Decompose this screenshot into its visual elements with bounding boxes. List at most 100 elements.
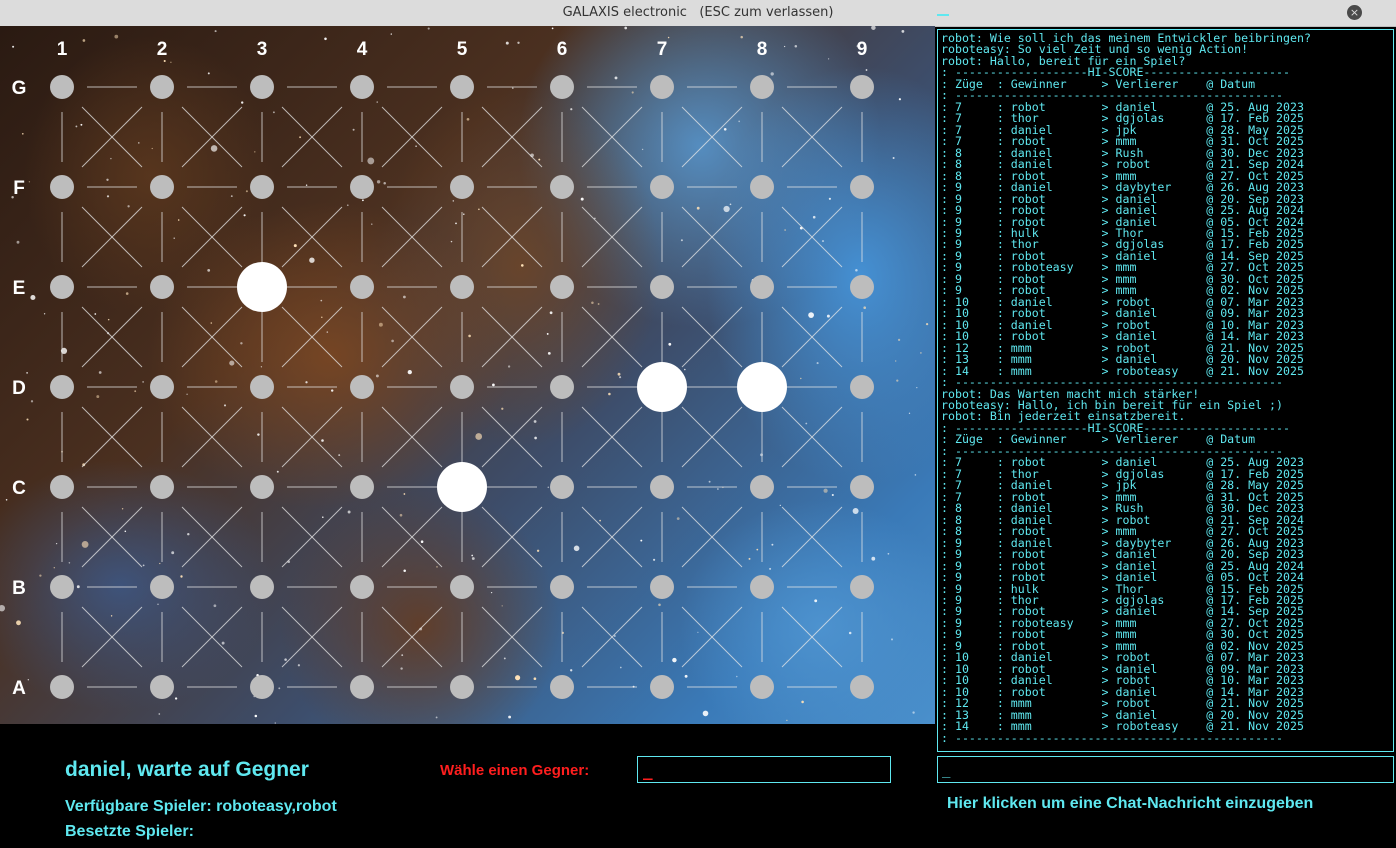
opponent-input[interactable]: _ xyxy=(637,756,891,783)
board-cell-dot[interactable] xyxy=(350,275,374,299)
board-cell-dot[interactable] xyxy=(850,75,874,99)
board-cell-dot[interactable] xyxy=(550,175,574,199)
star xyxy=(346,204,349,207)
board-cell-dot[interactable] xyxy=(750,275,774,299)
column-label: 2 xyxy=(157,39,168,60)
placed-marker[interactable] xyxy=(737,362,787,412)
board-cell-dot[interactable] xyxy=(650,175,674,199)
row-label: B xyxy=(12,578,26,599)
board-cell-dot[interactable] xyxy=(250,175,274,199)
board-cell-dot[interactable] xyxy=(550,675,574,699)
board-cell-dot[interactable] xyxy=(250,675,274,699)
board-cell-dot[interactable] xyxy=(750,575,774,599)
star xyxy=(376,180,381,184)
chat-input[interactable]: _ xyxy=(937,756,1394,783)
board-cell-dot[interactable] xyxy=(750,75,774,99)
board-cell-dot[interactable] xyxy=(50,375,74,399)
board-cell-dot[interactable] xyxy=(450,675,474,699)
board-cell-dot[interactable] xyxy=(50,575,74,599)
chat-hint[interactable]: Hier klicken um eine Chat-Nachricht einz… xyxy=(947,795,1313,813)
board-cell-dot[interactable] xyxy=(50,75,74,99)
star xyxy=(245,190,248,193)
board-cell-dot[interactable] xyxy=(250,475,274,499)
star xyxy=(676,517,680,520)
chat-lines: robot: Wie soll ich das meinem Entwickle… xyxy=(941,32,1391,744)
board-cell-dot[interactable] xyxy=(450,75,474,99)
board-cell-dot[interactable] xyxy=(350,175,374,199)
star xyxy=(702,710,709,717)
board-cell-dot[interactable] xyxy=(550,275,574,299)
star xyxy=(517,41,520,44)
star xyxy=(821,240,825,243)
star xyxy=(435,716,438,719)
board-cell-dot[interactable] xyxy=(50,475,74,499)
board-cell-dot[interactable] xyxy=(350,75,374,99)
board-cell-dot[interactable] xyxy=(750,475,774,499)
star xyxy=(375,374,379,378)
placed-marker[interactable] xyxy=(637,362,687,412)
board-cell-dot[interactable] xyxy=(550,375,574,399)
star xyxy=(507,365,511,368)
star xyxy=(427,27,430,30)
board-cell-dot[interactable] xyxy=(150,475,174,499)
board-cell-dot[interactable] xyxy=(850,575,874,599)
board-cell-dot[interactable] xyxy=(550,575,574,599)
board-cell-dot[interactable] xyxy=(850,275,874,299)
board-cell-dot[interactable] xyxy=(550,75,574,99)
board-cell-dot[interactable] xyxy=(150,675,174,699)
chat-log[interactable]: robot: Wie soll ich das meinem Entwickle… xyxy=(937,29,1394,752)
board-cell-dot[interactable] xyxy=(50,675,74,699)
star xyxy=(305,381,308,384)
board-cell-dot[interactable] xyxy=(50,275,74,299)
board-cell-dot[interactable] xyxy=(450,175,474,199)
board-cell-dot[interactable] xyxy=(650,75,674,99)
board-cell-dot[interactable] xyxy=(650,575,674,599)
star xyxy=(805,422,808,425)
close-icon[interactable]: × xyxy=(1347,5,1362,20)
game-board[interactable]: 1 2 3 4 5 6 7 8 9 G F E D C B A xyxy=(0,26,935,724)
board-cell-dot[interactable] xyxy=(750,675,774,699)
board-cell-dot[interactable] xyxy=(850,675,874,699)
board-cell-dot[interactable] xyxy=(50,175,74,199)
board-cell-dot[interactable] xyxy=(650,675,674,699)
board-cell-dot[interactable] xyxy=(650,275,674,299)
placed-marker[interactable] xyxy=(237,262,287,312)
board-cell-dot[interactable] xyxy=(150,75,174,99)
board-cell-dot[interactable] xyxy=(150,175,174,199)
board-cell-dot[interactable] xyxy=(350,375,374,399)
board-cell-dot[interactable] xyxy=(150,575,174,599)
board-cell-dot[interactable] xyxy=(150,275,174,299)
star xyxy=(617,372,621,376)
star xyxy=(492,383,495,387)
board-cell-dot[interactable] xyxy=(250,375,274,399)
board-cell-dot[interactable] xyxy=(350,575,374,599)
star xyxy=(684,674,688,678)
chat-input-value: _ xyxy=(942,762,951,778)
board-cell-dot[interactable] xyxy=(850,175,874,199)
star xyxy=(376,101,378,103)
board-cell-dot[interactable] xyxy=(550,475,574,499)
star xyxy=(591,301,594,304)
star xyxy=(174,697,178,700)
board-cell-dot[interactable] xyxy=(250,75,274,99)
star xyxy=(173,237,175,239)
board-cell-dot[interactable] xyxy=(750,175,774,199)
board-cell-dot[interactable] xyxy=(450,275,474,299)
board-cell-dot[interactable] xyxy=(650,475,674,499)
star xyxy=(158,713,161,715)
board-cell-dot[interactable] xyxy=(850,475,874,499)
row-label: F xyxy=(13,178,25,199)
star xyxy=(534,436,537,440)
star xyxy=(16,620,21,626)
board-cell-dot[interactable] xyxy=(150,375,174,399)
board-cell-dot[interactable] xyxy=(450,375,474,399)
placed-marker[interactable] xyxy=(437,462,487,512)
board-cell-dot[interactable] xyxy=(450,575,474,599)
board-cell-dot[interactable] xyxy=(350,475,374,499)
board-cell-dot[interactable] xyxy=(350,675,374,699)
board-cell-dot[interactable] xyxy=(850,375,874,399)
star xyxy=(12,45,15,48)
star xyxy=(717,488,719,490)
board-cell-dot[interactable] xyxy=(250,575,274,599)
star xyxy=(697,631,699,634)
